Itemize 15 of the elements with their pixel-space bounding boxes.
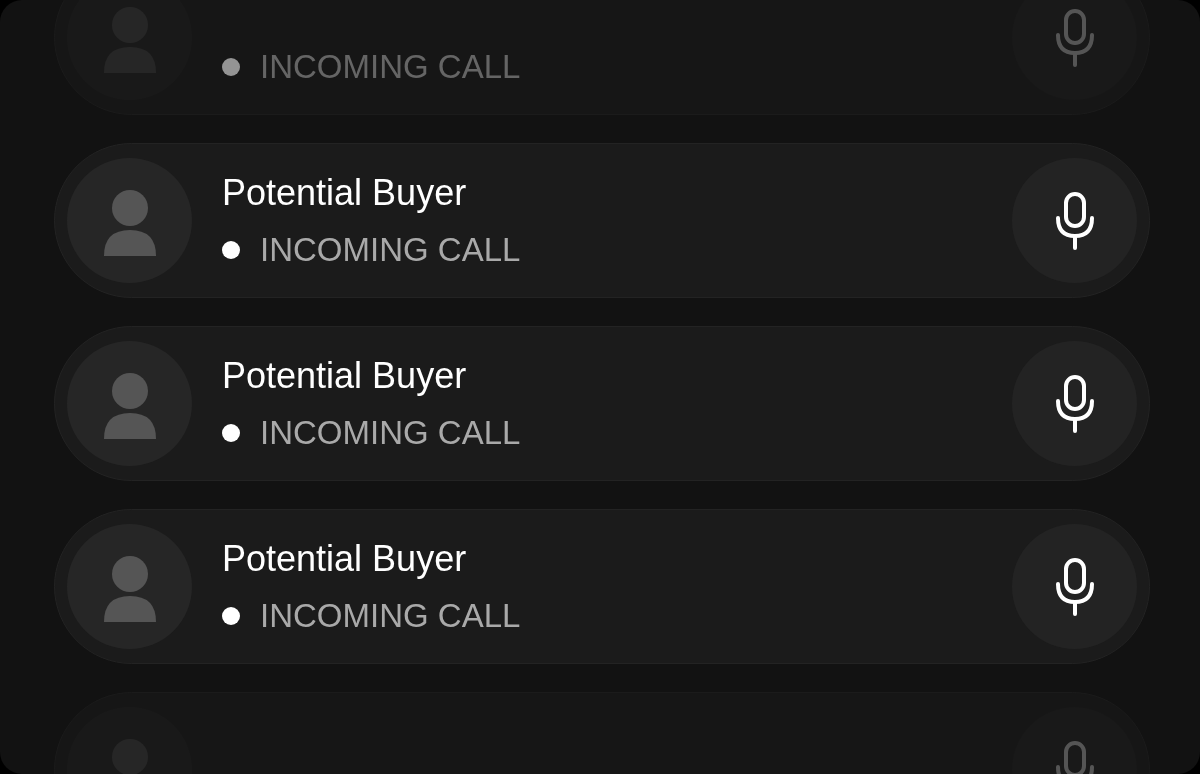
caller-name: Potential Buyer — [222, 171, 468, 214]
call-status: INCOMING CALL — [260, 230, 521, 269]
call-status: INCOMING CALL — [260, 47, 521, 86]
status-dot-icon — [222, 423, 240, 442]
caller-name: Potential Buyer — [222, 354, 468, 397]
microphone-icon — [1054, 8, 1095, 67]
status-dot-icon — [222, 606, 240, 625]
microphone-icon — [1054, 557, 1095, 616]
status-dot-icon — [222, 57, 240, 76]
call-status: INCOMING CALL — [260, 413, 521, 452]
status-dot-icon — [222, 240, 240, 259]
microphone-icon — [1054, 191, 1095, 250]
microphone-icon — [1054, 374, 1095, 433]
call-status: INCOMING CALL — [260, 596, 521, 635]
caller-name: Potential Buyer — [222, 537, 468, 580]
